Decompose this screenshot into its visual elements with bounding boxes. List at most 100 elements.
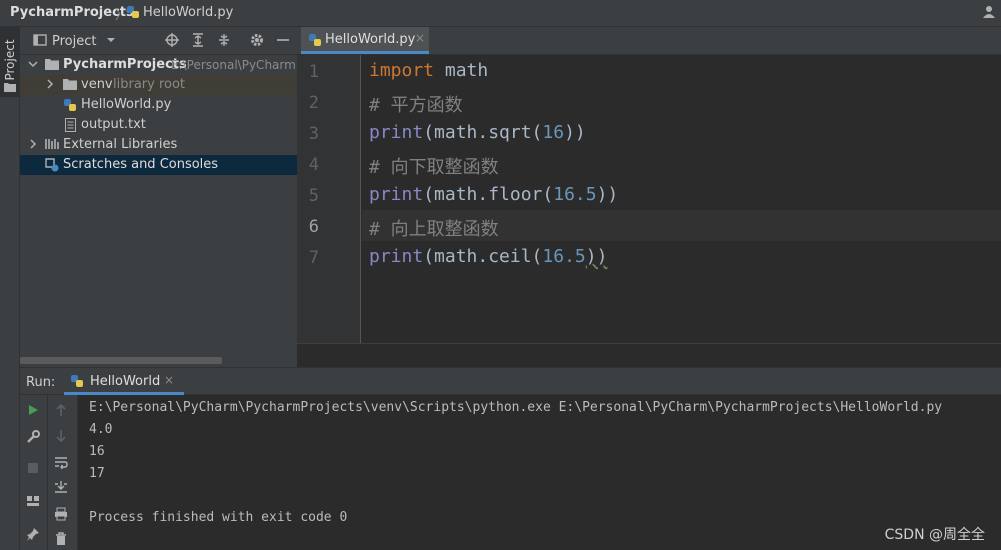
- line-number: 1: [308, 62, 319, 82]
- tree-item-root[interactable]: PycharmProjects E:\Personal\PyCharm: [20, 55, 297, 75]
- line-number: 5: [308, 186, 319, 206]
- project-tool-tab-label: Project: [3, 39, 17, 81]
- code-builtin: print: [369, 122, 424, 143]
- code-keyword: import: [369, 60, 435, 81]
- project-panel-header: Project: [20, 27, 297, 55]
- tree-item-label: PycharmProjects: [63, 57, 187, 72]
- chevron-down-icon[interactable]: [28, 58, 38, 74]
- pin-icon[interactable]: [26, 527, 40, 545]
- code-text: (math.floor(: [423, 184, 554, 205]
- chevron-down-icon[interactable]: [106, 33, 116, 51]
- editor-tab-label: HelloWorld.py: [325, 32, 416, 47]
- console-line-command: E:\Personal\PyCharm\PycharmProjects\venv…: [89, 400, 943, 415]
- python-file-icon: [63, 98, 77, 116]
- tree-item-label: venv: [81, 77, 113, 92]
- code-line-4[interactable]: # 向下取整函数: [369, 153, 499, 179]
- text-file-icon: [65, 118, 76, 136]
- gear-icon[interactable]: [250, 33, 264, 51]
- project-view-icon: [33, 33, 47, 51]
- left-tool-strip: Project: [0, 27, 20, 367]
- run-label: Run:: [26, 375, 56, 390]
- horizontal-scrollbar[interactable]: [20, 357, 222, 364]
- run-panel-header: Run: HelloWorld ×: [20, 367, 1001, 395]
- python-file-icon: [126, 5, 140, 23]
- line-number: 3: [308, 124, 319, 144]
- title-bar: PycharmProjects 〉 HelloWorld.py: [0, 0, 1001, 27]
- line-number: 4: [308, 155, 319, 175]
- project-tool-tab[interactable]: Project: [0, 27, 20, 97]
- code-line-6[interactable]: # 向上取整函数: [369, 215, 499, 241]
- collapse-all-icon[interactable]: [217, 33, 231, 51]
- line-number: 7: [308, 248, 319, 268]
- tree-item-venv[interactable]: venv library root: [20, 75, 297, 95]
- console-line-output: 17: [89, 466, 105, 481]
- rerun-icon[interactable]: [26, 403, 40, 421]
- expand-all-icon[interactable]: [191, 33, 205, 51]
- folder-icon: [45, 58, 59, 74]
- print-icon[interactable]: [54, 507, 68, 525]
- code-text: (math.ceil(: [423, 246, 543, 267]
- run-toolbar-primary: [20, 395, 48, 550]
- code-text: )): [564, 122, 586, 143]
- close-icon[interactable]: ×: [415, 31, 425, 45]
- project-view-selector[interactable]: Project: [52, 34, 96, 49]
- code-number: 16.5: [553, 184, 597, 205]
- breadcrumb-file[interactable]: HelloWorld.py: [143, 5, 233, 20]
- editor-tab-helloworld[interactable]: HelloWorld.py ×: [301, 27, 429, 54]
- project-panel: Project PycharmProjects E:\Personal\PyCh…: [20, 27, 297, 368]
- left-tool-strip-bottom: [0, 367, 20, 550]
- wrench-icon[interactable]: [26, 430, 40, 448]
- run-console[interactable]: E:\Personal\PyCharm\PycharmProjects\venv…: [78, 395, 1001, 550]
- locate-icon[interactable]: [165, 33, 179, 51]
- python-icon: [70, 374, 84, 392]
- tree-item-label: HelloWorld.py: [81, 97, 172, 112]
- code-line-2[interactable]: # 平方函数: [369, 91, 463, 117]
- library-icon: [45, 138, 59, 154]
- console-line-output: 4.0: [89, 422, 113, 437]
- python-file-icon: [308, 33, 322, 51]
- line-number-gutter: 1 2 3 4 5 6 7: [297, 55, 361, 343]
- run-tab-label: HelloWorld: [90, 374, 161, 389]
- user-icon[interactable]: [982, 5, 996, 23]
- code-line-3[interactable]: print(math.sqrt(16)): [369, 122, 586, 143]
- stop-icon[interactable]: [26, 461, 40, 479]
- watermark: CSDN @周全全: [884, 527, 985, 543]
- code-line-1[interactable]: import math: [369, 60, 488, 81]
- code-text: )): [596, 184, 619, 205]
- tree-item-output[interactable]: output.txt: [20, 115, 297, 135]
- tree-item-scratches[interactable]: Scratches and Consoles: [20, 155, 297, 175]
- tree-item-hint: library root: [113, 77, 186, 92]
- code-number: 16: [542, 122, 565, 143]
- tree-item-label: External Libraries: [63, 137, 178, 152]
- code-line-5[interactable]: print(math.floor(16.5)): [369, 184, 618, 205]
- code-text: )): [585, 246, 608, 267]
- scratches-icon: [45, 158, 59, 176]
- editor-tab-bar: HelloWorld.py ×: [297, 27, 1001, 55]
- scroll-to-end-icon[interactable]: [54, 480, 68, 498]
- folder-icon: [63, 78, 77, 94]
- tree-item-external-libraries[interactable]: External Libraries: [20, 135, 297, 155]
- code-builtin: print: [369, 246, 424, 267]
- run-tab-helloworld[interactable]: HelloWorld ×: [64, 368, 184, 395]
- layout-icon[interactable]: [26, 494, 40, 512]
- arrow-up-icon[interactable]: [54, 403, 68, 421]
- tree-item-helloworld[interactable]: HelloWorld.py: [20, 95, 297, 115]
- line-number-current: 6: [308, 217, 319, 237]
- trash-icon[interactable]: [54, 532, 68, 550]
- folder-icon: [4, 81, 16, 96]
- arrow-down-icon[interactable]: [54, 429, 68, 447]
- tree-item-path: E:\Personal\PyCharm: [171, 58, 296, 72]
- soft-wrap-icon[interactable]: [54, 455, 68, 473]
- run-toolbar-secondary: [48, 395, 78, 550]
- close-icon[interactable]: ×: [164, 373, 174, 387]
- console-line-output: 16: [89, 444, 105, 459]
- chevron-right-icon[interactable]: [28, 138, 38, 154]
- console-line-exit: Process finished with exit code 0: [89, 510, 348, 525]
- tree-item-label: output.txt: [81, 117, 146, 132]
- chevron-right-icon[interactable]: [45, 78, 55, 94]
- code-line-7[interactable]: print(math.ceil(16.5)): [369, 246, 607, 267]
- code-builtin: print: [369, 184, 424, 205]
- hide-panel-icon[interactable]: [276, 33, 290, 51]
- line-number: 2: [308, 93, 319, 113]
- editor-footer: [297, 343, 1001, 367]
